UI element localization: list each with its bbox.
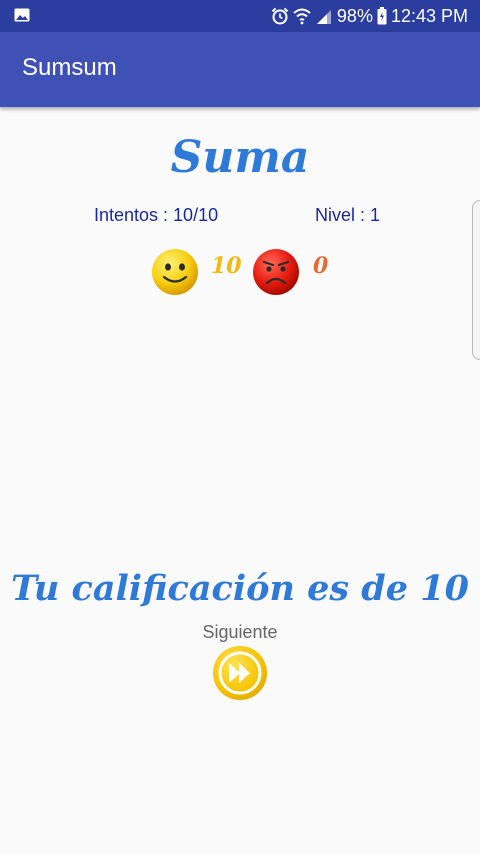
result-message: Tu calificación es de 10 bbox=[11, 568, 469, 609]
sad-face-icon bbox=[253, 249, 299, 295]
status-time: 12:43 PM bbox=[390, 5, 468, 26]
wrong-count: 0 bbox=[313, 253, 329, 279]
happy-face-icon bbox=[152, 249, 198, 295]
game-title: Suma bbox=[170, 132, 310, 183]
correct-count: 10 bbox=[211, 253, 242, 279]
app-bar: Sumsum bbox=[0, 32, 480, 107]
signal-icon bbox=[316, 10, 331, 24]
next-label: Siguiente bbox=[202, 622, 278, 642]
status-icons: 98% 12:43 PM bbox=[271, 0, 468, 32]
next-button[interactable] bbox=[212, 645, 268, 701]
status-bar: 98% 12:43 PM bbox=[0, 0, 480, 32]
attempts-label: Intentos : 10/10 bbox=[94, 205, 219, 225]
battery-icon bbox=[377, 7, 387, 25]
app-title: Sumsum bbox=[22, 54, 117, 81]
battery-percent: 98% bbox=[336, 5, 373, 26]
wifi-icon bbox=[293, 8, 311, 25]
edge-panel-handle[interactable] bbox=[472, 200, 480, 360]
alarm-icon bbox=[271, 7, 289, 25]
level-label: Nivel : 1 bbox=[315, 205, 381, 225]
gallery-icon bbox=[14, 8, 30, 22]
